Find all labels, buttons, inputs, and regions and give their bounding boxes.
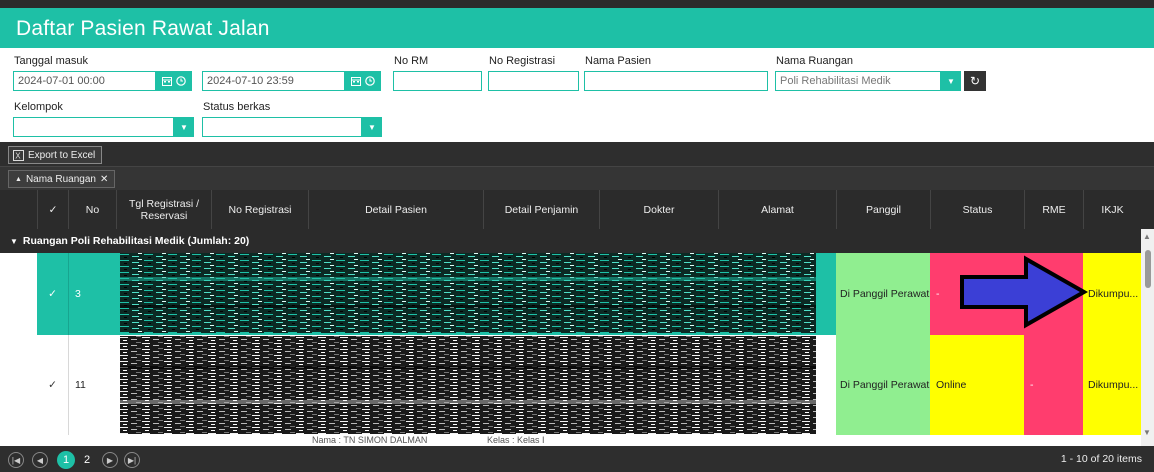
calendar-icon: [351, 77, 361, 86]
page-1-button[interactable]: 1: [57, 451, 75, 469]
no-rm-label: No RM: [394, 55, 429, 67]
tanggal-masuk-label: Tanggal masuk: [14, 55, 88, 67]
kelompok-label: Kelompok: [14, 101, 63, 113]
nama-ruangan-label: Nama Ruangan: [776, 55, 854, 67]
prev-page-icon: ◀: [36, 455, 44, 465]
no-registrasi-label: No Registrasi: [489, 55, 556, 67]
col-panggil[interactable]: Panggil: [836, 190, 930, 229]
nama-pasien-label: Nama Pasien: [585, 55, 652, 67]
row-pasien-snippet: Nama : TN SIMON DALMAN: [312, 435, 428, 445]
chevron-down-icon: ▼: [947, 76, 955, 86]
row-check[interactable]: ✓: [37, 335, 68, 435]
col-no-registrasi[interactable]: No Registrasi: [211, 190, 308, 229]
col-status[interactable]: Status: [930, 190, 1024, 229]
scroll-down-icon[interactable]: ▼: [1143, 428, 1151, 437]
col-dokter[interactable]: Dokter: [599, 190, 718, 229]
date-to-input[interactable]: 2024-07-10 23:59: [202, 71, 345, 91]
status-berkas-dropdown-button[interactable]: ▼: [362, 117, 382, 137]
row-no: 3: [68, 253, 116, 335]
row-ikjk: Dikumpu...: [1083, 335, 1141, 435]
refresh-button[interactable]: ↻: [964, 71, 986, 91]
group-header-label: Ruangan Poli Rehabilitasi Medik (Jumlah:…: [22, 235, 250, 247]
status-berkas-label: Status berkas: [203, 101, 271, 113]
col-no[interactable]: No: [68, 190, 116, 229]
last-page-icon: ▶|: [127, 455, 137, 465]
export-label: Export to Excel: [28, 149, 96, 161]
pager-info: 1 - 10 of 20 items: [1060, 453, 1142, 465]
sort-asc-icon: ▲: [15, 175, 22, 183]
calendar-icon: [162, 77, 172, 86]
group-chip-label: Nama Ruangan: [25, 173, 96, 185]
row-rme: -: [1024, 335, 1083, 435]
grid-body: ✓ 3 Di Panggil Perawat - Dikumpu... ✓ 11…: [0, 253, 1141, 446]
top-strip: [0, 0, 1154, 8]
scroll-up-icon[interactable]: ▲: [1143, 232, 1151, 241]
row-status: Online: [930, 335, 1024, 435]
kelompok-select[interactable]: [13, 117, 174, 137]
collapse-icon[interactable]: ▼: [10, 237, 18, 246]
col-detail-penjamin[interactable]: Detail Penjamin: [483, 190, 599, 229]
row-no: 11: [68, 335, 116, 435]
last-page-button[interactable]: ▶|: [124, 452, 140, 468]
col-alamat[interactable]: Alamat: [718, 190, 836, 229]
nama-pasien-input[interactable]: [584, 71, 768, 91]
date-from-picker-button[interactable]: [156, 71, 192, 91]
col-detail-pasien[interactable]: Detail Pasien: [308, 190, 483, 229]
first-page-button[interactable]: |◀: [8, 452, 24, 468]
col-tgl-registrasi[interactable]: Tgl Registrasi / Reservasi: [116, 190, 211, 229]
date-to-picker-button[interactable]: [345, 71, 381, 91]
next-page-button[interactable]: ▶: [102, 452, 118, 468]
grid-toolbar: [0, 142, 1154, 166]
nama-ruangan-dropdown-button[interactable]: ▼: [941, 71, 961, 91]
no-registrasi-input[interactable]: [488, 71, 579, 91]
close-icon[interactable]: ✕: [100, 174, 108, 185]
row-panggil[interactable]: Di Panggil Perawat: [836, 253, 930, 335]
pager: [0, 446, 1154, 472]
title-bar: Daftar Pasien Rawat Jalan: [0, 8, 1154, 48]
page-2-button[interactable]: 2: [78, 451, 96, 469]
excel-icon: X: [13, 149, 24, 161]
clock-icon: [365, 76, 375, 86]
refresh-icon: ↻: [969, 74, 981, 88]
chevron-down-icon: ▼: [368, 122, 376, 132]
scroll-thumb[interactable]: [1145, 250, 1151, 288]
row-penjamin-snippet: Kelas : Kelas I: [487, 435, 545, 445]
group-header-row[interactable]: ▼ Ruangan Poli Rehabilitasi Medik (Jumlah…: [0, 229, 1141, 253]
col-rme[interactable]: RME: [1024, 190, 1083, 229]
row-panggil[interactable]: Di Panggil Perawat: [836, 335, 930, 435]
page-title: Daftar Pasien Rawat Jalan: [16, 17, 270, 40]
kelompok-dropdown-button[interactable]: ▼: [174, 117, 194, 137]
no-rm-input[interactable]: [393, 71, 482, 91]
clock-icon: [176, 76, 186, 86]
arrow-right-icon: [960, 255, 1089, 329]
row-ikjk: Dikumpu...: [1083, 253, 1141, 335]
group-panel: [0, 166, 1154, 190]
date-from-input[interactable]: 2024-07-01 00:00: [13, 71, 156, 91]
first-page-icon: |◀: [11, 455, 21, 465]
status-berkas-select[interactable]: [202, 117, 362, 137]
row-check[interactable]: ✓: [37, 253, 68, 335]
col-ikjk[interactable]: IKJK: [1083, 190, 1141, 229]
svg-text:X: X: [15, 151, 21, 160]
next-page-icon: ▶: [106, 455, 114, 465]
redacted-block-1: [120, 253, 816, 333]
export-excel-button[interactable]: X Export to Excel: [8, 146, 103, 164]
table-row[interactable]: Nama : TN SIMON DALMAN Kelas : Kelas I: [0, 435, 1141, 446]
prev-page-button[interactable]: ◀: [32, 452, 48, 468]
row-indent: [0, 253, 37, 335]
col-check[interactable]: ✓: [37, 190, 68, 229]
chevron-down-icon: ▼: [180, 122, 188, 132]
redacted-block-2: [120, 336, 816, 434]
nama-ruangan-select[interactable]: Poli Rehabilitasi Medik: [775, 71, 941, 91]
group-chip[interactable]: ▲ Nama Ruangan ✕: [8, 170, 116, 188]
